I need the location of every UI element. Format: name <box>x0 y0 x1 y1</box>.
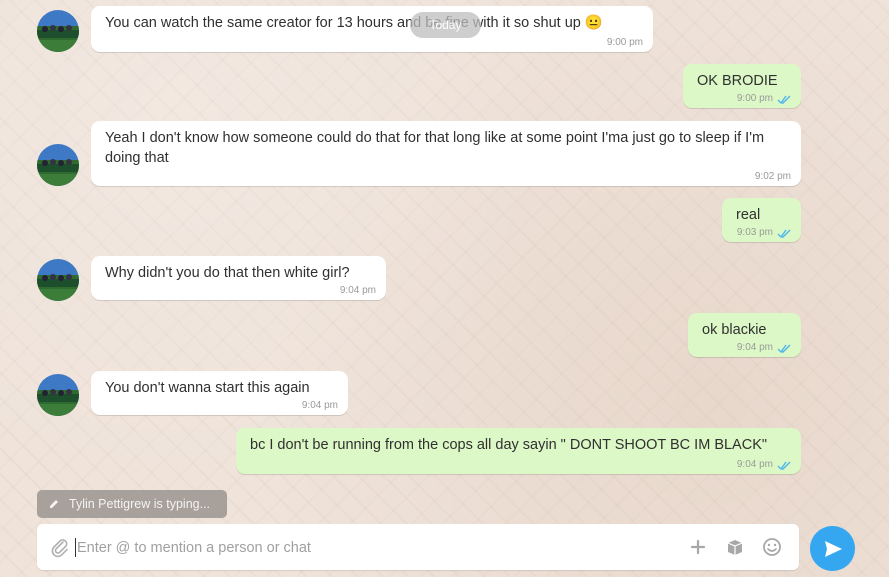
message-bubble-outgoing[interactable]: ok blackie 9:04 pm <box>688 313 801 357</box>
emoji-icon[interactable] <box>761 536 783 558</box>
send-icon <box>824 540 842 557</box>
message-time: 9:03 pm <box>737 227 791 239</box>
message-bubble-outgoing[interactable]: real 9:03 pm <box>722 198 801 242</box>
message-bubble-incoming[interactable]: Yeah I don't know how someone could do t… <box>91 121 801 186</box>
date-pill: Today <box>410 12 481 38</box>
avatar[interactable] <box>37 144 79 186</box>
message-bubble-incoming[interactable]: You can watch the same creator for 13 ho… <box>91 6 653 52</box>
message-text: You don't wanna start this again <box>105 380 310 396</box>
message-text: real <box>736 207 761 223</box>
pencil-icon <box>50 500 58 508</box>
message-bubble-outgoing[interactable]: OK BRODIE 9:00 pm <box>683 64 801 108</box>
plus-icon[interactable] <box>687 536 709 558</box>
double-check-icon <box>777 344 791 353</box>
message-time: 9:04 pm <box>339 285 376 296</box>
paperclip-icon[interactable] <box>49 536 71 558</box>
double-check-icon <box>777 461 791 470</box>
message-text: bc I don't be running from the cops all … <box>250 437 768 453</box>
message-bubble-incoming[interactable]: You don't wanna start this again 9:04 pm <box>91 371 348 415</box>
message-time: 9:00 pm <box>606 37 643 48</box>
avatar[interactable] <box>37 259 79 301</box>
avatar-image <box>37 10 79 52</box>
message-bubble-outgoing[interactable]: bc I don't be running from the cops all … <box>236 428 801 474</box>
avatar-image <box>37 374 79 416</box>
message-text: You can watch the same creator for 13 ho… <box>105 15 603 31</box>
message-text: Why didn't you do that then white girl? <box>105 265 350 281</box>
message-input[interactable] <box>75 524 679 572</box>
double-check-icon <box>777 229 791 238</box>
package-icon[interactable] <box>724 536 746 558</box>
typing-indicator: Tylin Pettigrew is typing... <box>37 490 227 518</box>
text-caret <box>75 538 76 557</box>
message-time: 9:04 pm <box>301 400 338 411</box>
message-time: 9:04 pm <box>737 459 791 471</box>
double-check-icon <box>777 95 791 104</box>
message-text: ok blackie <box>702 322 767 338</box>
message-text: OK BRODIE <box>697 73 778 89</box>
typing-text: Tylin Pettigrew is typing... <box>69 497 211 511</box>
message-text: Yeah I don't know how someone could do t… <box>105 130 765 166</box>
message-bubble-incoming[interactable]: Why didn't you do that then white girl? … <box>91 256 386 300</box>
avatar[interactable] <box>37 374 79 416</box>
avatar[interactable] <box>37 10 79 52</box>
avatar-image <box>37 144 79 186</box>
message-time: 9:04 pm <box>737 342 791 354</box>
send-button[interactable] <box>810 526 855 571</box>
avatar-image <box>37 259 79 301</box>
message-composer <box>37 524 799 572</box>
message-time: 9:02 pm <box>754 171 791 182</box>
message-time: 9:00 pm <box>737 93 791 105</box>
